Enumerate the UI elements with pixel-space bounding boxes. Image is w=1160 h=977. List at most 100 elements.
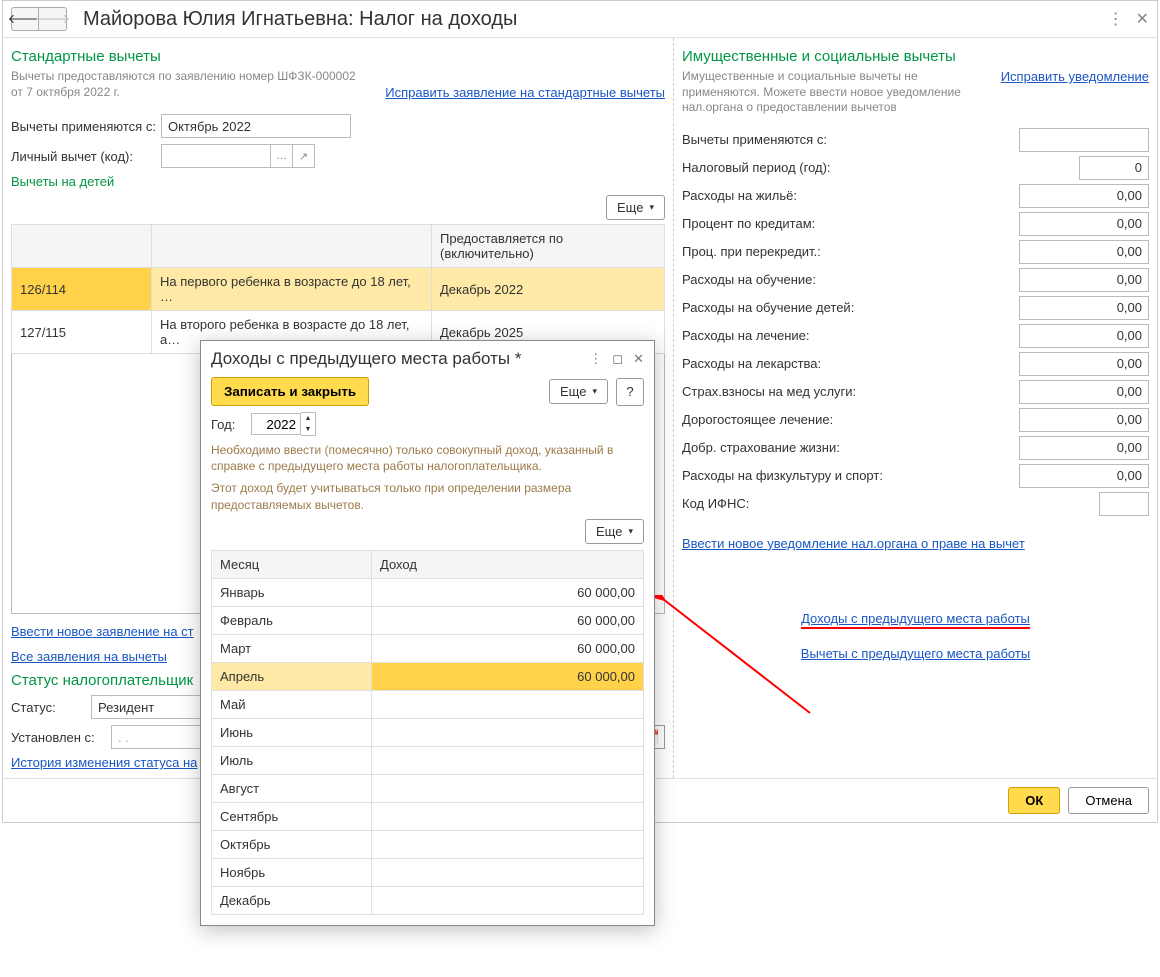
income-row[interactable]: Январь60 000,00: [212, 578, 644, 606]
expense-row: Расходы на обучение детей:0,00: [682, 296, 1149, 320]
expense-label: Дорогостоящее лечение:: [682, 412, 1019, 427]
help-button[interactable]: ?: [616, 378, 644, 406]
income-row[interactable]: Март60 000,00: [212, 634, 644, 662]
more-button[interactable]: Еще: [606, 195, 665, 220]
dialog-title: Доходы с предыдущего места работы *: [211, 349, 589, 369]
set-from-field[interactable]: . .: [111, 725, 201, 749]
right-applied-from-label: Вычеты применяются с:: [682, 132, 1019, 147]
application-hint-1: Вычеты предоставляются по заявлению номе…: [11, 69, 356, 85]
applied-from-field[interactable]: Октябрь 2022: [161, 114, 351, 138]
status-history-link[interactable]: История изменения статуса на: [11, 755, 197, 770]
income-row[interactable]: Июнь: [212, 718, 644, 746]
close-icon[interactable]: ✕: [1136, 9, 1149, 29]
expense-row: Процент по кредитам:0,00: [682, 212, 1149, 236]
open-button[interactable]: ↗: [293, 144, 315, 168]
income-row[interactable]: Июль: [212, 746, 644, 774]
col-income: Доход: [372, 550, 644, 578]
dialog-hint-2: Этот доход будет учитываться только при …: [211, 480, 644, 512]
income-row[interactable]: Октябрь: [212, 830, 644, 858]
personal-deduction-label: Личный вычет (код):: [11, 149, 161, 164]
expense-row: Проц. при перекредит.:0,00: [682, 240, 1149, 264]
prev-income-link[interactable]: Доходы с предыдущего места работы: [801, 611, 1030, 629]
dialog-hint-1: Необходимо ввести (помесячно) только сов…: [211, 442, 644, 474]
expense-label: Процент по кредитам:: [682, 216, 1019, 231]
expense-field[interactable]: 0,00: [1019, 464, 1149, 488]
expense-label: Расходы на обучение детей:: [682, 300, 1019, 315]
status-field[interactable]: Резидент: [91, 695, 211, 719]
expense-row: Страх.взносы на мед услуги:0,00: [682, 380, 1149, 404]
income-row[interactable]: Ноябрь: [212, 858, 644, 886]
right-applied-from-field[interactable]: [1019, 128, 1149, 152]
expense-row: Расходы на лечение:0,00: [682, 324, 1149, 348]
expense-row: Расходы на физкультуру и спорт:0,00: [682, 464, 1149, 488]
expense-label: Проц. при перекредит.:: [682, 244, 1019, 259]
expense-row: Расходы на жильё:0,00: [682, 184, 1149, 208]
children-deductions-link[interactable]: Вычеты на детей: [11, 174, 114, 189]
income-row[interactable]: Февраль60 000,00: [212, 606, 644, 634]
dialog-table-more-button[interactable]: Еще: [585, 519, 644, 544]
col-month: Месяц: [212, 550, 372, 578]
kebab-icon[interactable]: ⋮: [1108, 9, 1124, 29]
dialog-maximize-icon[interactable]: ◻: [612, 351, 623, 367]
expense-label: Добр. страхование жизни:: [682, 440, 1019, 455]
ellipsis-button[interactable]: …: [271, 144, 293, 168]
expense-field[interactable]: 0,00: [1019, 184, 1149, 208]
income-row[interactable]: Август: [212, 774, 644, 802]
col-desc: [152, 225, 432, 268]
expense-field[interactable]: 0,00: [1019, 296, 1149, 320]
dialog-close-icon[interactable]: ✕: [633, 351, 644, 367]
property-deductions-title: Имущественные и социальные вычеты: [682, 48, 1149, 65]
titlebar: 🡐 🡒 Майорова Юлия Игнатьевна: Налог на д…: [3, 1, 1157, 38]
new-notice-link[interactable]: Ввести новое уведомление нал.органа о пр…: [682, 536, 1025, 551]
income-row[interactable]: Май: [212, 690, 644, 718]
income-table: Месяц Доход Январь60 000,00Февраль60 000…: [211, 550, 644, 915]
expense-label: Расходы на лечение:: [682, 328, 1019, 343]
record-and-close-button[interactable]: Записать и закрыть: [211, 377, 369, 406]
income-row[interactable]: Апрель60 000,00: [212, 662, 644, 690]
expense-row: Добр. страхование жизни:0,00: [682, 436, 1149, 460]
expense-field[interactable]: 0,00: [1019, 352, 1149, 376]
new-application-link[interactable]: Ввести новое заявление на ст: [11, 624, 194, 639]
expense-label: Страх.взносы на мед услуги:: [682, 384, 1019, 399]
year-down-button[interactable]: ▼: [301, 424, 315, 435]
fix-application-link[interactable]: Исправить заявление на стандартные вычет…: [385, 85, 665, 100]
ifns-field[interactable]: [1099, 492, 1149, 516]
prev-income-dialog: Доходы с предыдущего места работы * ⋮ ◻ …: [200, 340, 655, 926]
ok-button[interactable]: ОК: [1008, 787, 1060, 814]
expense-field[interactable]: 0,00: [1019, 240, 1149, 264]
expense-label: Расходы на физкультуру и спорт:: [682, 468, 1019, 483]
income-row[interactable]: Сентябрь: [212, 802, 644, 830]
expense-field[interactable]: 0,00: [1019, 324, 1149, 348]
expense-label: Расходы на жильё:: [682, 188, 1019, 203]
dialog-kebab-icon[interactable]: ⋮: [589, 351, 602, 367]
fix-notice-link[interactable]: Исправить уведомление: [1001, 69, 1149, 116]
personal-deduction-field[interactable]: [161, 144, 271, 168]
year-input[interactable]: [251, 413, 301, 435]
nav-forward-button[interactable]: 🡒: [39, 7, 67, 31]
application-hint-2: от 7 октября 2022 г.: [11, 85, 356, 101]
income-row[interactable]: Декабрь: [212, 886, 644, 914]
prev-deductions-link[interactable]: Вычеты с предыдущего места работы: [801, 646, 1030, 661]
year-up-button[interactable]: ▲: [301, 413, 315, 424]
year-label: Год:: [211, 417, 251, 432]
ifns-label: Код ИФНС:: [682, 496, 1099, 511]
expense-field[interactable]: 0,00: [1019, 212, 1149, 236]
tax-period-label: Налоговый период (год):: [682, 160, 1079, 175]
applied-from-label: Вычеты применяются с:: [11, 119, 161, 134]
property-hint: Имущественные и социальные вычеты не при…: [682, 69, 982, 116]
expense-field[interactable]: 0,00: [1019, 380, 1149, 404]
col-code: [12, 225, 152, 268]
property-deductions-panel: Имущественные и социальные вычеты Имущес…: [673, 38, 1157, 778]
status-label: Статус:: [11, 700, 91, 715]
expense-row: Расходы на лекарства:0,00: [682, 352, 1149, 376]
expense-label: Расходы на лекарства:: [682, 356, 1019, 371]
tax-period-field[interactable]: 0: [1079, 156, 1149, 180]
expense-label: Расходы на обучение:: [682, 272, 1019, 287]
table-row[interactable]: 126/114 На первого ребенка в возрасте до…: [12, 268, 665, 311]
cancel-button[interactable]: Отмена: [1068, 787, 1149, 814]
all-applications-link[interactable]: Все заявления на вычеты: [11, 649, 167, 664]
expense-field[interactable]: 0,00: [1019, 268, 1149, 292]
dialog-more-button[interactable]: Еще: [549, 379, 608, 404]
expense-field[interactable]: 0,00: [1019, 408, 1149, 432]
expense-field[interactable]: 0,00: [1019, 436, 1149, 460]
